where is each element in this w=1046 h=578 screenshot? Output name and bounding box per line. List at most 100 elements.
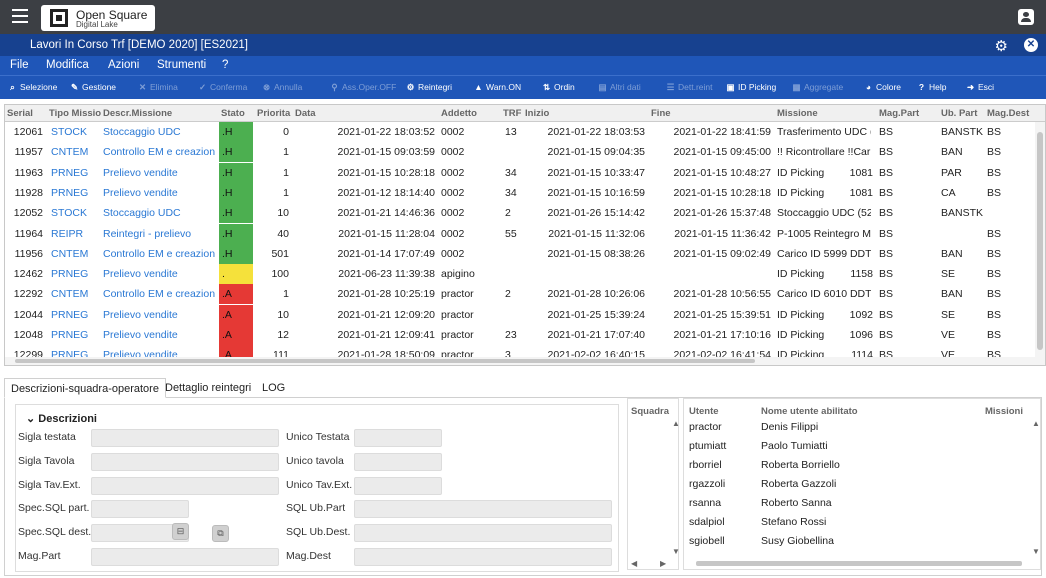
field-sigla-testata[interactable] (91, 429, 279, 447)
toolbar-colore-button[interactable]: ◕ Colore (864, 82, 901, 92)
tab-descrizioni[interactable]: Descrizioni-squadra-operatore (4, 378, 166, 398)
menu-icon[interactable] (12, 9, 28, 23)
col-header-fine[interactable]: Fine (651, 108, 671, 119)
col-header-mag-part[interactable]: Mag.Part (879, 108, 919, 119)
squadra-scroll-up-icon[interactable]: ▲ (672, 419, 680, 428)
toolbar-gestione-button[interactable]: ✎ Gestione (70, 82, 116, 93)
menu-modifica[interactable]: Modifica (46, 59, 89, 71)
user-id[interactable]: ptumiatt (689, 440, 726, 452)
cell-magdest: BS (987, 186, 1002, 199)
toolbar-conferma-button[interactable]: ✓ Conferma (198, 82, 247, 93)
field-unico-testata[interactable] (354, 429, 442, 447)
cell-ubpart: SE (941, 308, 956, 321)
col-header-trf[interactable]: TRF (503, 108, 521, 119)
toolbar-esci-button[interactable]: ➜ Esci (966, 82, 994, 93)
toolbar-altri-dati-button[interactable]: ▤ Altri dati (598, 82, 640, 93)
table-row[interactable]: 12292 CNTEM Controllo EM e creazion .A 1 2021… (5, 284, 1035, 305)
menu-help[interactable]: ? (222, 59, 228, 71)
squadra-scroll-left-icon[interactable]: ◀ (631, 559, 637, 568)
toolbar-warn-on-button[interactable]: ▲ Warn.ON (474, 82, 521, 92)
field-sigla-tav-ext-[interactable] (91, 477, 279, 495)
field-unico-tavola[interactable] (354, 453, 442, 471)
user-id[interactable]: rborriel (689, 459, 722, 471)
field-spec-sql-part-[interactable] (91, 500, 189, 518)
tab-log[interactable]: LOG (256, 378, 291, 398)
table-row[interactable]: 11957 CNTEM Controllo EM e creazion .H 1 2021… (5, 142, 1035, 163)
field-sql-ub-dest-[interactable] (354, 524, 612, 542)
utenti-horizontal-scrollbar[interactable] (696, 561, 1022, 566)
grid-horizontal-scrollbar[interactable] (5, 357, 1045, 365)
toolbar-aggregate-button[interactable]: ▦ Aggregate (792, 82, 843, 93)
squadra-scroll-right-icon[interactable]: ▶ (660, 559, 666, 568)
col-header-inizio[interactable]: Inizio (525, 108, 549, 119)
col-header-addetto[interactable]: Addetto (441, 108, 477, 119)
table-row[interactable]: 12048 PRNEG Prelievo vendite .A 12 2021-01-21… (5, 325, 1035, 345)
table-row[interactable]: 11928 PRNEG Prelievo vendite .H 1 2021-01-12 … (5, 182, 1035, 203)
col-header-priorita[interactable]: Priorita (257, 108, 290, 119)
user-name[interactable]: Denis Filippi (761, 421, 818, 433)
cell-ubpart: CA (941, 186, 956, 199)
user-id[interactable]: sdalpiol (689, 516, 725, 528)
user-name[interactable]: Roberto Sanna (761, 497, 832, 509)
table-row[interactable]: 12052 STOCK Stoccaggio UDC .H 10 2021-01-21 1… (5, 203, 1035, 224)
cell-magdest: BS (987, 247, 1002, 260)
user-name[interactable]: Stefano Rossi (761, 516, 826, 528)
tab-dettaglio-reintegri[interactable]: Dettaglio reintegri (159, 378, 257, 398)
field-mag-dest[interactable] (354, 548, 612, 566)
table-row[interactable]: 11956 CNTEM Controllo EM e creazion .H 501 20… (5, 243, 1035, 264)
gear-icon[interactable]: ⚙ (995, 37, 1008, 55)
descrizioni-header[interactable]: ⌄ Descrizioni (26, 412, 97, 425)
toolbar-dett-reint-button[interactable]: ☰ Dett.reint (666, 82, 713, 93)
menu-file[interactable]: File (10, 59, 29, 71)
table-row[interactable]: 12061 STOCK Stoccaggio UDC .H 0 2021-01-22 18… (5, 122, 1035, 142)
toolbar-ass-oper-off-button[interactable]: ⚲ Ass.Oper.OFF (330, 82, 396, 93)
toolbar-elimina-button[interactable]: ✕ Elimina (138, 82, 178, 93)
cell-stato: .H (219, 223, 253, 244)
toolbar-annulla-button[interactable]: ⊗ Annulla (262, 82, 302, 93)
user-name[interactable]: Roberta Borriello (761, 459, 840, 471)
field-sql-ub-part[interactable] (354, 500, 612, 518)
menu-azioni[interactable]: Azioni (108, 59, 139, 71)
toolbar-reintegri-button[interactable]: ⚙ Reintegri (406, 82, 452, 93)
user-id[interactable]: sgiobell (689, 535, 725, 547)
field-sigla-tavola[interactable] (91, 453, 279, 471)
table-row[interactable]: 12044 PRNEG Prelievo vendite .A 10 2021-01-21… (5, 304, 1035, 325)
menu-strumenti[interactable]: Strumenti (157, 59, 206, 71)
col-header-stato[interactable]: Stato (221, 108, 245, 119)
col-header-descr-missione[interactable]: Descr.Missione (103, 108, 172, 119)
squadra-scroll-down-icon[interactable]: ▼ (672, 547, 680, 556)
table-row[interactable]: 11963 PRNEG Prelievo vendite .H 1 2021-01-15 … (5, 162, 1035, 183)
utenti-scroll-up-icon[interactable]: ▲ (1032, 419, 1040, 428)
col-header-missione[interactable]: Missione (777, 108, 818, 119)
sql-dest-edit-button[interactable]: ⧉ (212, 525, 229, 542)
toolbar-selezione-button[interactable]: ⌕ Selezione (8, 82, 57, 93)
sql-dest-picker-button[interactable]: ⊟ (172, 523, 189, 540)
field-unico-tav-ext-[interactable] (354, 477, 442, 495)
cell-inizio: 2021-01-21 17:07:40 (547, 329, 646, 341)
cell-missione: Carico ID 5999 DDT (777, 247, 871, 260)
toolbar-ordin-button[interactable]: ⇅ Ordin (542, 82, 575, 93)
close-icon[interactable]: ✕ (1024, 38, 1038, 52)
user-name[interactable]: Paolo Tumiatti (761, 440, 828, 452)
table-row[interactable]: 12462 PRNEG Prelievo vendite. 100 2021-06-23… (5, 264, 1035, 285)
user-name[interactable]: Roberta Gazzoli (761, 478, 836, 490)
col-header-data[interactable]: Data (295, 108, 316, 119)
toolbar-id-picking-button[interactable]: ▣ ID Picking (726, 82, 776, 93)
user-id[interactable]: rsanna (689, 497, 721, 509)
user-icon[interactable] (1018, 9, 1034, 25)
col-header-ub-part[interactable]: Ub. Part (941, 108, 977, 119)
grid-vertical-scrollbar[interactable] (1035, 122, 1045, 360)
col-header-mag-dest[interactable]: Mag.Dest (987, 108, 1029, 119)
table-row[interactable]: 11964 REIPR Reintegri - prelievo .H 40 2021-0… (5, 223, 1035, 244)
col-header-serial[interactable]: Serial (7, 108, 33, 119)
cell-trf: 2 (505, 288, 511, 301)
descrizioni-title: Descrizioni (38, 413, 97, 425)
col-nome-utente: Nome utente abilitato (761, 406, 858, 417)
user-name[interactable]: Susy Giobellina (761, 535, 834, 547)
col-header-tipo-missio[interactable]: Tipo Missio (49, 108, 101, 119)
toolbar-help-button[interactable]: ? Help (917, 82, 947, 92)
utenti-scroll-down-icon[interactable]: ▼ (1032, 547, 1040, 556)
user-id[interactable]: rgazzoli (689, 478, 725, 490)
user-id[interactable]: practor (689, 421, 722, 433)
field-mag-part[interactable] (91, 548, 279, 566)
